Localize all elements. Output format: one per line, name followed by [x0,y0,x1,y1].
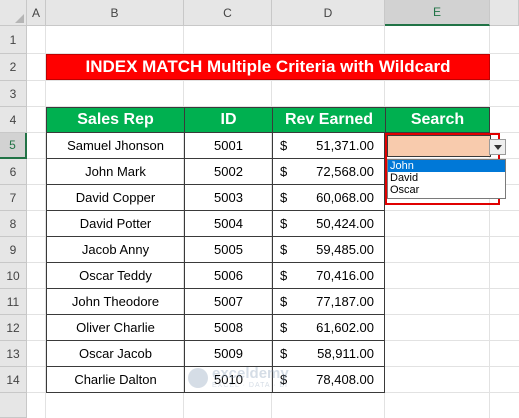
cell-rev-earned[interactable]: $72,568.00 [272,159,385,185]
revenue-value: 50,424.00 [316,216,374,231]
cell-rev-earned[interactable]: $60,068.00 [272,185,385,211]
cell-id[interactable]: 5006 [184,263,272,289]
dropdown-option[interactable]: Oscar [388,184,505,196]
column-header-a[interactable]: A [27,0,46,26]
cell-id[interactable]: 5005 [184,237,272,263]
row-header-9[interactable]: 9 [0,237,27,263]
dropdown-option[interactable]: John [388,160,505,172]
currency-symbol: $ [280,294,288,309]
cell-sales-rep[interactable]: David Potter [46,211,184,237]
row-header-1[interactable]: 1 [0,26,27,54]
cell-sales-rep[interactable]: Samuel Jhonson [46,133,184,159]
cell-id[interactable]: 5008 [184,315,272,341]
cell-rev-earned[interactable]: $77,187.00 [272,289,385,315]
search-dropdown-list[interactable]: John David Oscar [387,159,506,199]
column-header-d[interactable]: D [272,0,385,26]
currency-symbol: $ [280,190,288,205]
header-sales-rep: Sales Rep [46,107,185,133]
row-header-12[interactable]: 12 [0,315,27,341]
currency-symbol: $ [280,320,288,335]
cell-id[interactable]: 5007 [184,289,272,315]
cell-id[interactable]: 5001 [184,133,272,159]
header-rev-earned: Rev Earned [272,107,386,133]
revenue-value: 60,068.00 [316,190,374,205]
currency-symbol: $ [280,346,288,361]
watermark: exceldemy EXCEL · DATA · BI [188,366,289,389]
cell-sales-rep[interactable]: Oliver Charlie [46,315,184,341]
cell-sales-rep[interactable]: John Mark [46,159,184,185]
column-header-c[interactable]: C [184,0,272,26]
header-search: Search [385,107,490,133]
row-header-13[interactable]: 13 [0,341,27,367]
row-header-8[interactable]: 8 [0,211,27,237]
revenue-value: 59,485.00 [316,242,374,257]
cell-rev-earned[interactable]: $70,416.00 [272,263,385,289]
row-header-2[interactable]: 2 [0,54,27,81]
cell-sales-rep[interactable]: John Theodore [46,289,184,315]
cell-id[interactable]: 5003 [184,185,272,211]
cell-rev-earned[interactable]: $59,485.00 [272,237,385,263]
dropdown-option[interactable]: David [388,172,505,184]
cell-sales-rep[interactable]: David Copper [46,185,184,211]
column-header-e[interactable]: E [385,0,490,26]
revenue-value: 72,568.00 [316,164,374,179]
row-header-7[interactable]: 7 [0,185,27,211]
currency-symbol: $ [280,216,288,231]
revenue-value: 78,408.00 [316,372,374,387]
header-id: ID [184,107,273,133]
row-header-10[interactable]: 10 [0,263,27,289]
revenue-value: 58,911.00 [317,346,374,361]
cell-sales-rep[interactable]: Oscar Teddy [46,263,184,289]
cell-sales-rep[interactable]: Jacob Anny [46,237,184,263]
column-header-b[interactable]: B [46,0,184,26]
row-header-3[interactable]: 3 [0,81,27,107]
cell-id[interactable]: 5002 [184,159,272,185]
row-header-6[interactable]: 6 [0,159,27,185]
watermark-tagline: EXCEL · DATA · BI [212,382,288,389]
row-header-4[interactable]: 4 [0,107,27,133]
spreadsheet: A B C D E 1 2 3 4 5 6 7 8 9 10 11 12 13 … [0,0,519,418]
column-header-f[interactable] [490,0,519,26]
cell-sales-rep[interactable]: Charlie Dalton [46,367,184,393]
currency-symbol: $ [280,138,288,153]
cell-sales-rep[interactable]: Oscar Jacob [46,341,184,367]
dropdown-arrow-button[interactable] [489,139,506,155]
cell-rev-earned[interactable]: $61,602.00 [272,315,385,341]
currency-symbol: $ [280,164,288,179]
cell-rev-earned[interactable]: $58,911.00 [272,341,385,367]
revenue-value: 70,416.00 [316,268,374,283]
exceldemy-logo-icon [188,367,208,388]
revenue-value: 51,371.00 [316,138,374,153]
row-header-14[interactable]: 14 [0,367,27,393]
sheet-title: INDEX MATCH Multiple Criteria with Wildc… [46,54,490,80]
cell-rev-earned[interactable]: $50,424.00 [272,211,385,237]
cell-id[interactable]: 5009 [184,341,272,367]
select-all-corner[interactable] [0,0,27,26]
currency-symbol: $ [280,242,288,257]
currency-symbol: $ [280,268,288,283]
row-header-11[interactable]: 11 [0,289,27,315]
row-header-15[interactable] [0,393,27,418]
cell-id[interactable]: 5004 [184,211,272,237]
revenue-value: 61,602.00 [316,320,374,335]
revenue-value: 77,187.00 [316,294,374,309]
watermark-name: exceldemy [212,365,289,382]
row-header-5[interactable]: 5 [0,133,27,159]
cell-rev-earned[interactable]: $51,371.00 [272,133,385,159]
